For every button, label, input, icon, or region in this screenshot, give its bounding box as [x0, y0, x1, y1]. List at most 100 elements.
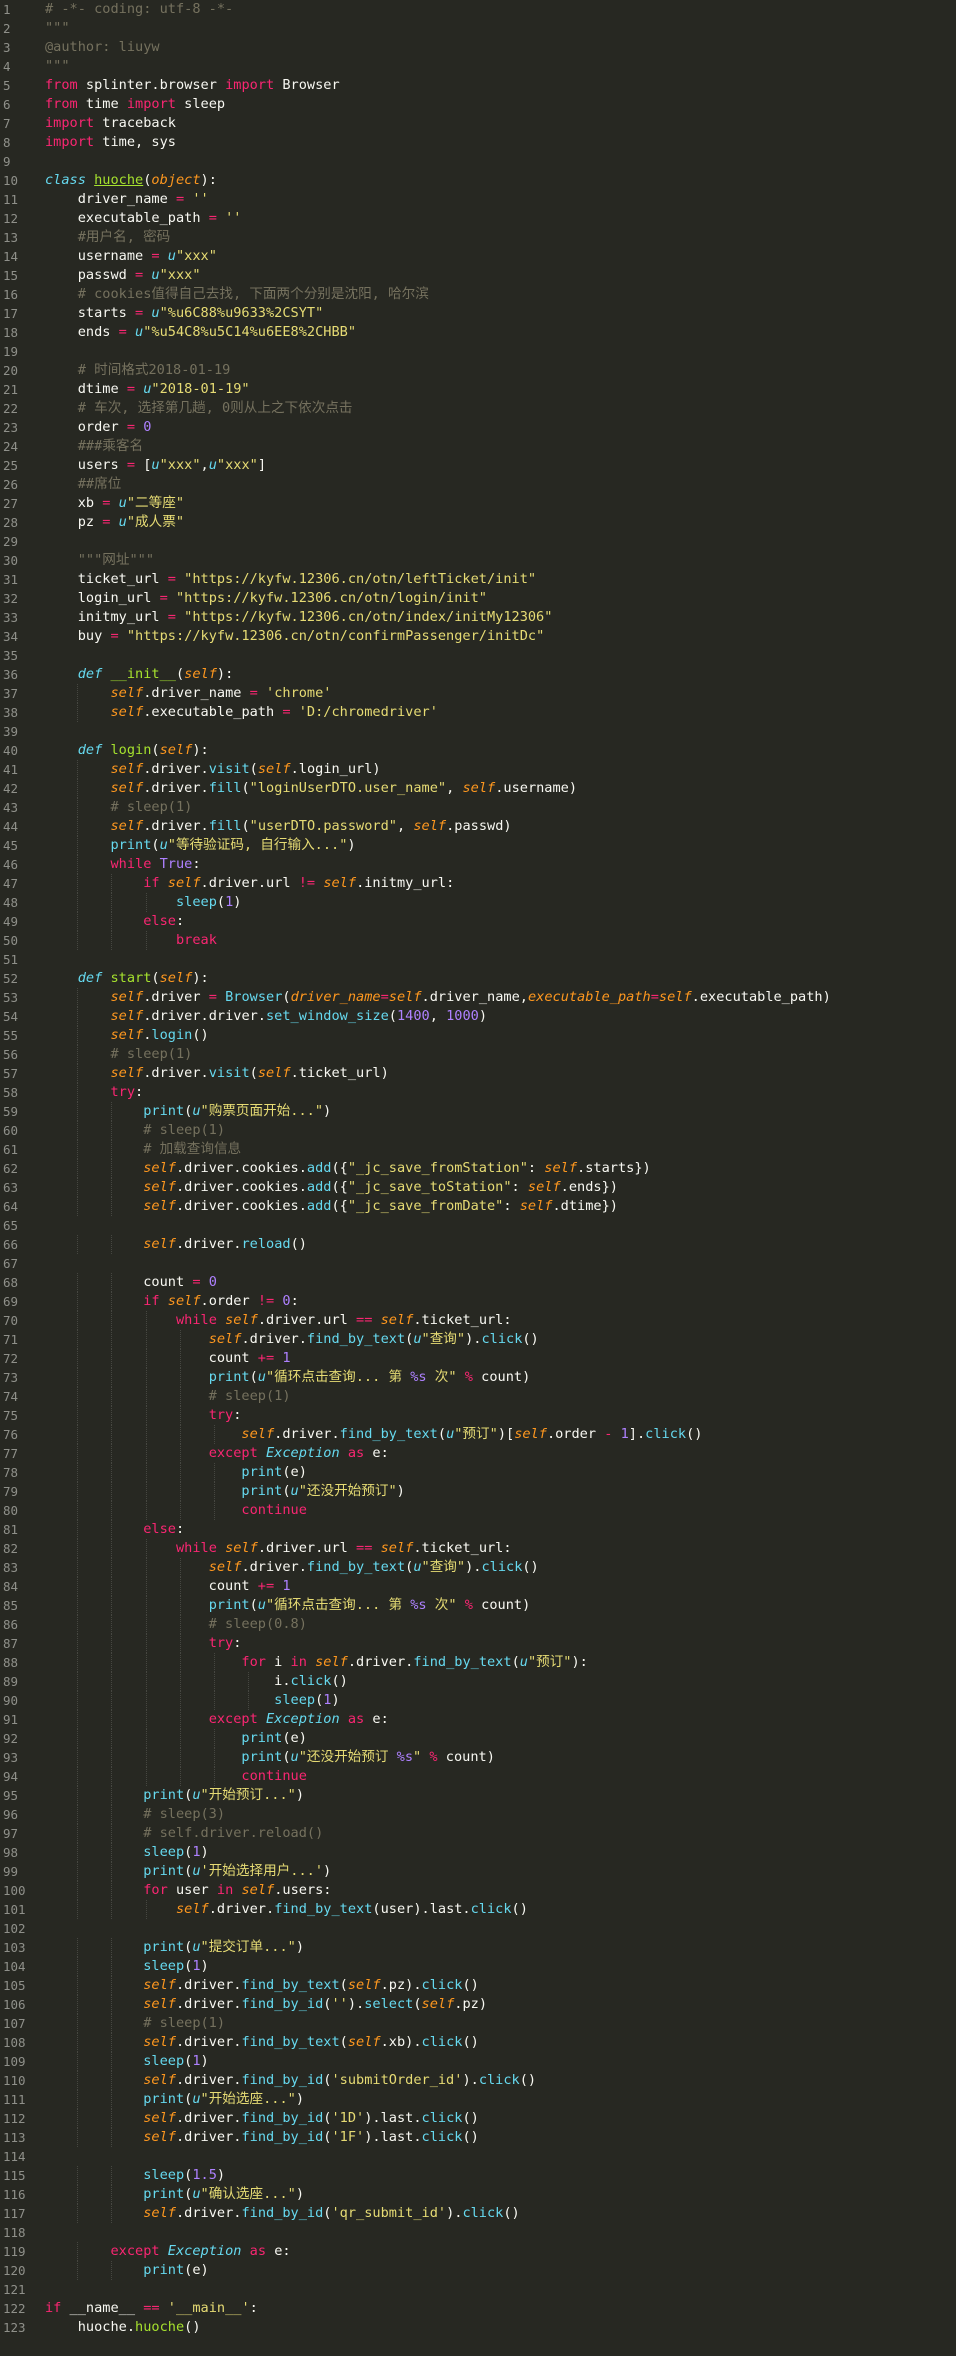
code-line[interactable]: 77 except Exception as e:	[0, 1444, 956, 1463]
code-line[interactable]: 86 # sleep(0.8)	[0, 1615, 956, 1634]
code-line[interactable]: 35	[0, 646, 956, 665]
code-line[interactable]: 66 self.driver.reload()	[0, 1235, 956, 1254]
code-line[interactable]: 112 self.driver.find_by_id('1D').last.cl…	[0, 2109, 956, 2128]
code-line[interactable]: 26 ##席位	[0, 475, 956, 494]
code-line[interactable]: 41 self.driver.visit(self.login_url)	[0, 760, 956, 779]
code-line[interactable]: 6 from time import sleep	[0, 95, 956, 114]
code-line[interactable]: 29	[0, 532, 956, 551]
code-line[interactable]: 28 pz = u"成人票"	[0, 513, 956, 532]
code-line[interactable]: 64 self.driver.cookies.add({"_jc_save_fr…	[0, 1197, 956, 1216]
code-line[interactable]: 88 for i in self.driver.find_by_text(u"预…	[0, 1653, 956, 1672]
code-line[interactable]: 9	[0, 152, 956, 171]
code-line[interactable]: 55 self.login()	[0, 1026, 956, 1045]
code-line[interactable]: 110 self.driver.find_by_id('submitOrder_…	[0, 2071, 956, 2090]
code-line[interactable]: 69 if self.order != 0:	[0, 1292, 956, 1311]
code-line[interactable]: 5 from splinter.browser import Browser	[0, 76, 956, 95]
code-line[interactable]: 25 users = [u"xxx",u"xxx"]	[0, 456, 956, 475]
code-line[interactable]: 79 print(u"还没开始预订")	[0, 1482, 956, 1501]
code-line[interactable]: 65	[0, 1216, 956, 1235]
code-line[interactable]: 15 passwd = u"xxx"	[0, 266, 956, 285]
code-line[interactable]: 2 """	[0, 19, 956, 38]
code-line[interactable]: 81 else:	[0, 1520, 956, 1539]
code-line[interactable]: 87 try:	[0, 1634, 956, 1653]
code-line[interactable]: 48 sleep(1)	[0, 893, 956, 912]
code-line[interactable]: 4 """	[0, 57, 956, 76]
code-line[interactable]: 12 executable_path = ''	[0, 209, 956, 228]
code-line[interactable]: 62 self.driver.cookies.add({"_jc_save_fr…	[0, 1159, 956, 1178]
code-line[interactable]: 3 @author: liuyw	[0, 38, 956, 57]
code-line[interactable]: 22 # 车次, 选择第几趟, 0则从上之下依次点击	[0, 399, 956, 418]
code-line[interactable]: 34 buy = "https://kyfw.12306.cn/otn/conf…	[0, 627, 956, 646]
code-line[interactable]: 58 try:	[0, 1083, 956, 1102]
code-line[interactable]: 31 ticket_url = "https://kyfw.12306.cn/o…	[0, 570, 956, 589]
code-line[interactable]: 39	[0, 722, 956, 741]
code-line[interactable]: 60 # sleep(1)	[0, 1121, 956, 1140]
code-line[interactable]: 20 # 时间格式2018-01-19	[0, 361, 956, 380]
code-line[interactable]: 97 # self.driver.reload()	[0, 1824, 956, 1843]
code-line[interactable]: 51	[0, 950, 956, 969]
code-line[interactable]: 93 print(u"还没开始预订 %s" % count)	[0, 1748, 956, 1767]
code-line[interactable]: 1 # -*- coding: utf-8 -*-	[0, 0, 956, 19]
code-line[interactable]: 33 initmy_url = "https://kyfw.12306.cn/o…	[0, 608, 956, 627]
code-line[interactable]: 72 count += 1	[0, 1349, 956, 1368]
code-line[interactable]: 114	[0, 2147, 956, 2166]
code-line[interactable]: 117 self.driver.find_by_id('qr_submit_id…	[0, 2204, 956, 2223]
code-line[interactable]: 89 i.click()	[0, 1672, 956, 1691]
code-line[interactable]: 43 # sleep(1)	[0, 798, 956, 817]
code-line[interactable]: 68 count = 0	[0, 1273, 956, 1292]
code-line[interactable]: 92 print(e)	[0, 1729, 956, 1748]
code-line[interactable]: 103 print(u"提交订单...")	[0, 1938, 956, 1957]
code-line[interactable]: 99 print(u'开始选择用户...')	[0, 1862, 956, 1881]
code-line[interactable]: 13 #用户名, 密码	[0, 228, 956, 247]
code-line[interactable]: 54 self.driver.driver.set_window_size(14…	[0, 1007, 956, 1026]
code-line[interactable]: 63 self.driver.cookies.add({"_jc_save_to…	[0, 1178, 956, 1197]
code-line[interactable]: 104 sleep(1)	[0, 1957, 956, 1976]
code-line[interactable]: 47 if self.driver.url != self.initmy_url…	[0, 874, 956, 893]
code-line[interactable]: 59 print(u"购票页面开始...")	[0, 1102, 956, 1121]
code-line[interactable]: 82 while self.driver.url == self.ticket_…	[0, 1539, 956, 1558]
code-line[interactable]: 23 order = 0	[0, 418, 956, 437]
code-line[interactable]: 115 sleep(1.5)	[0, 2166, 956, 2185]
code-line[interactable]: 123 huoche.huoche()	[0, 2318, 956, 2337]
code-line[interactable]: 38 self.executable_path = 'D:/chromedriv…	[0, 703, 956, 722]
code-line[interactable]: 107 # sleep(1)	[0, 2014, 956, 2033]
code-line[interactable]: 100 for user in self.users:	[0, 1881, 956, 1900]
code-line[interactable]: 52 def start(self):	[0, 969, 956, 988]
code-line[interactable]: 10 class huoche(object):	[0, 171, 956, 190]
code-line[interactable]: 76 self.driver.find_by_text(u"预订")[self.…	[0, 1425, 956, 1444]
code-line[interactable]: 83 self.driver.find_by_text(u"查询").click…	[0, 1558, 956, 1577]
code-line[interactable]: 106 self.driver.find_by_id('').select(se…	[0, 1995, 956, 2014]
code-line[interactable]: 96 # sleep(3)	[0, 1805, 956, 1824]
code-line[interactable]: 30 """网址"""	[0, 551, 956, 570]
code-line[interactable]: 57 self.driver.visit(self.ticket_url)	[0, 1064, 956, 1083]
code-line[interactable]: 8 import time, sys	[0, 133, 956, 152]
code-line[interactable]: 122 if __name__ == '__main__':	[0, 2299, 956, 2318]
code-line[interactable]: 45 print(u"等待验证码, 自行输入...")	[0, 836, 956, 855]
code-line[interactable]: 71 self.driver.find_by_text(u"查询").click…	[0, 1330, 956, 1349]
code-line[interactable]: 73 print(u"循环点击查询... 第 %s 次" % count)	[0, 1368, 956, 1387]
code-line[interactable]: 121	[0, 2280, 956, 2299]
code-line[interactable]: 101 self.driver.find_by_text(user).last.…	[0, 1900, 956, 1919]
code-line[interactable]: 32 login_url = "https://kyfw.12306.cn/ot…	[0, 589, 956, 608]
code-line[interactable]: 16 # cookies值得自己去找, 下面两个分别是沈阳, 哈尔滨	[0, 285, 956, 304]
code-line[interactable]: 98 sleep(1)	[0, 1843, 956, 1862]
code-line[interactable]: 120 print(e)	[0, 2261, 956, 2280]
code-line[interactable]: 40 def login(self):	[0, 741, 956, 760]
code-line[interactable]: 91 except Exception as e:	[0, 1710, 956, 1729]
code-line[interactable]: 105 self.driver.find_by_text(self.pz).cl…	[0, 1976, 956, 1995]
code-line[interactable]: 14 username = u"xxx"	[0, 247, 956, 266]
code-line[interactable]: 90 sleep(1)	[0, 1691, 956, 1710]
code-line[interactable]: 84 count += 1	[0, 1577, 956, 1596]
code-line[interactable]: 18 ends = u"%u54C8%u5C14%u6EE8%2CHBB"	[0, 323, 956, 342]
code-line[interactable]: 108 self.driver.find_by_text(self.xb).cl…	[0, 2033, 956, 2052]
code-line[interactable]: 80 continue	[0, 1501, 956, 1520]
code-line[interactable]: 111 print(u"开始选座...")	[0, 2090, 956, 2109]
code-line[interactable]: 19	[0, 342, 956, 361]
code-line[interactable]: 36 def __init__(self):	[0, 665, 956, 684]
code-line[interactable]: 53 self.driver = Browser(driver_name=sel…	[0, 988, 956, 1007]
code-line[interactable]: 119 except Exception as e:	[0, 2242, 956, 2261]
code-line[interactable]: 94 continue	[0, 1767, 956, 1786]
code-line[interactable]: 67	[0, 1254, 956, 1273]
code-line[interactable]: 7 import traceback	[0, 114, 956, 133]
code-line[interactable]: 70 while self.driver.url == self.ticket_…	[0, 1311, 956, 1330]
